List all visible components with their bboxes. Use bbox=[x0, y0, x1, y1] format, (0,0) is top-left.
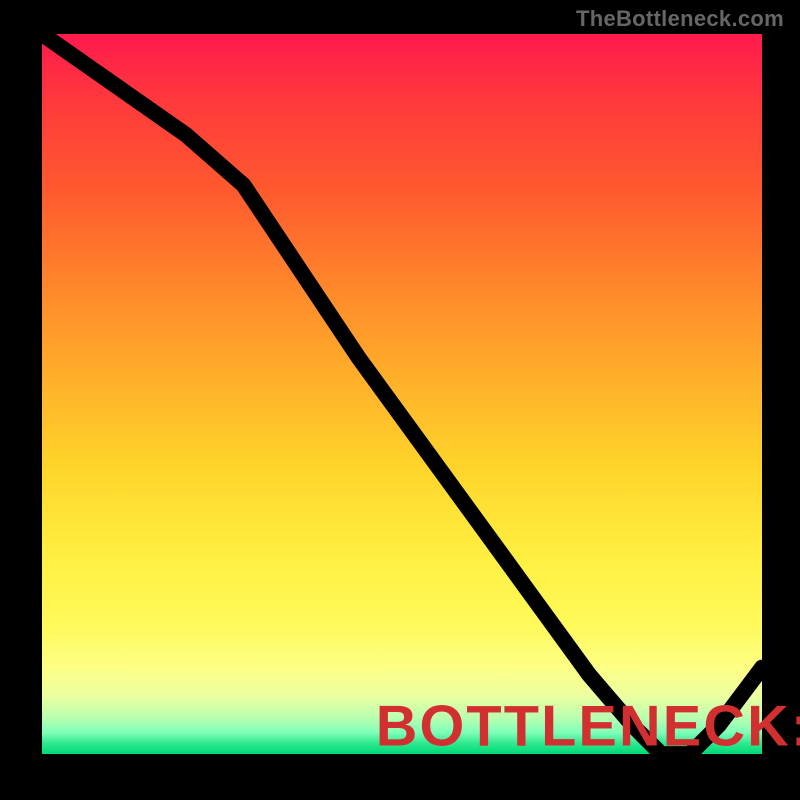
plot-area: BOTTLENECK: 0% bbox=[42, 34, 762, 754]
bottleneck-curve bbox=[42, 34, 762, 754]
chart-frame: TheBottleneck.com BOTTLENECK: 0% bbox=[0, 0, 800, 800]
watermark-text: TheBottleneck.com bbox=[576, 6, 784, 32]
chart-svg bbox=[42, 34, 762, 754]
